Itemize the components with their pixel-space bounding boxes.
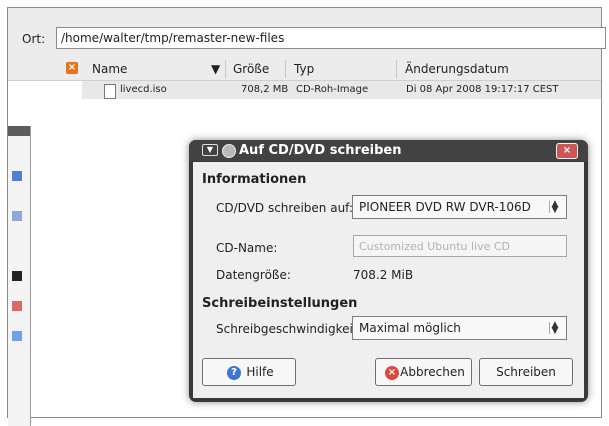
cancel-button[interactable]: × Abbrechen (375, 358, 472, 386)
burn-button[interactable]: Schreiben (479, 358, 573, 386)
dialog-title: Auf CD/DVD schreiben (239, 143, 402, 158)
burn-dialog: ▼ Auf CD/DVD schreiben × Informationen C… (189, 140, 588, 402)
burn-button-label: Schreiben (496, 365, 556, 379)
write-speed-label: Schreibgeschwindigkeit: (216, 322, 362, 336)
disc-icon (222, 144, 236, 158)
burn-device-value: PIONEER DVD RW DVR-106D (359, 200, 531, 214)
app-icon[interactable] (12, 211, 22, 221)
burn-to-label: CD/DVD schreiben auf: (216, 201, 354, 215)
column-modified[interactable]: Änderungsdatum (405, 62, 509, 76)
column-separator (225, 60, 226, 78)
column-separator (396, 60, 397, 78)
cd-name-input[interactable]: Customized Ubuntu live CD (353, 235, 567, 257)
help-button[interactable]: ? Hilfe (202, 358, 296, 386)
column-header: Name ▼ Größe Typ Änderungsdatum (82, 58, 601, 81)
dialog-body: Informationen CD/DVD schreiben auf: PION… (193, 162, 584, 398)
panel-header (8, 126, 30, 136)
column-size[interactable]: Größe (233, 62, 269, 76)
column-separator (285, 60, 286, 78)
combo-arrow-icon: ▲ ▼ (549, 200, 560, 215)
close-icon[interactable]: × (556, 143, 578, 159)
data-size-value: 708.2 MiB (353, 268, 414, 282)
app-icon[interactable] (12, 171, 22, 181)
file-row[interactable]: livecd.iso 708,2 MB CD-Roh-Image Di 08 A… (82, 81, 601, 99)
location-bar: Ort: /home/walter/tmp/remaster-new-files (8, 8, 606, 54)
location-label: Ort: (22, 32, 46, 46)
column-type[interactable]: Typ (294, 62, 314, 76)
dialog-titlebar[interactable]: ▼ Auf CD/DVD schreiben × (189, 140, 588, 161)
write-speed-value: Maximal möglich (359, 321, 461, 335)
burn-device-combo[interactable]: PIONEER DVD RW DVR-106D ▲ ▼ (352, 195, 567, 219)
write-speed-combo[interactable]: Maximal möglich ▲ ▼ (352, 316, 567, 340)
combo-arrow-icon: ▲ ▼ (549, 321, 560, 336)
close-sidebar-icon[interactable]: × (66, 62, 78, 74)
file-size: 708,2 MB (241, 84, 289, 95)
app-icon[interactable] (12, 331, 22, 341)
app-icon[interactable] (12, 301, 22, 311)
cd-name-label: CD-Name: (216, 241, 278, 255)
sidebar-header: × (8, 58, 82, 81)
section-informationen: Informationen (202, 172, 307, 187)
location-input[interactable]: /home/walter/tmp/remaster-new-files (56, 27, 606, 49)
file-icon (104, 84, 116, 99)
app-icon[interactable] (12, 271, 22, 281)
file-modified: Di 08 Apr 2008 19:17:17 CEST (406, 84, 559, 95)
help-icon: ? (227, 366, 241, 380)
data-size-label: Datengröße: (216, 268, 291, 282)
sort-arrow-icon: ▼ (211, 62, 221, 76)
column-name[interactable]: Name (92, 62, 127, 76)
window-menu-icon[interactable]: ▼ (202, 144, 218, 156)
file-name: livecd.iso (120, 84, 167, 95)
cancel-icon: × (385, 366, 399, 380)
section-schreibeinstellungen: Schreibeinstellungen (202, 296, 358, 311)
file-type: CD-Roh-Image (296, 84, 369, 95)
desktop-side-panel (8, 126, 31, 426)
